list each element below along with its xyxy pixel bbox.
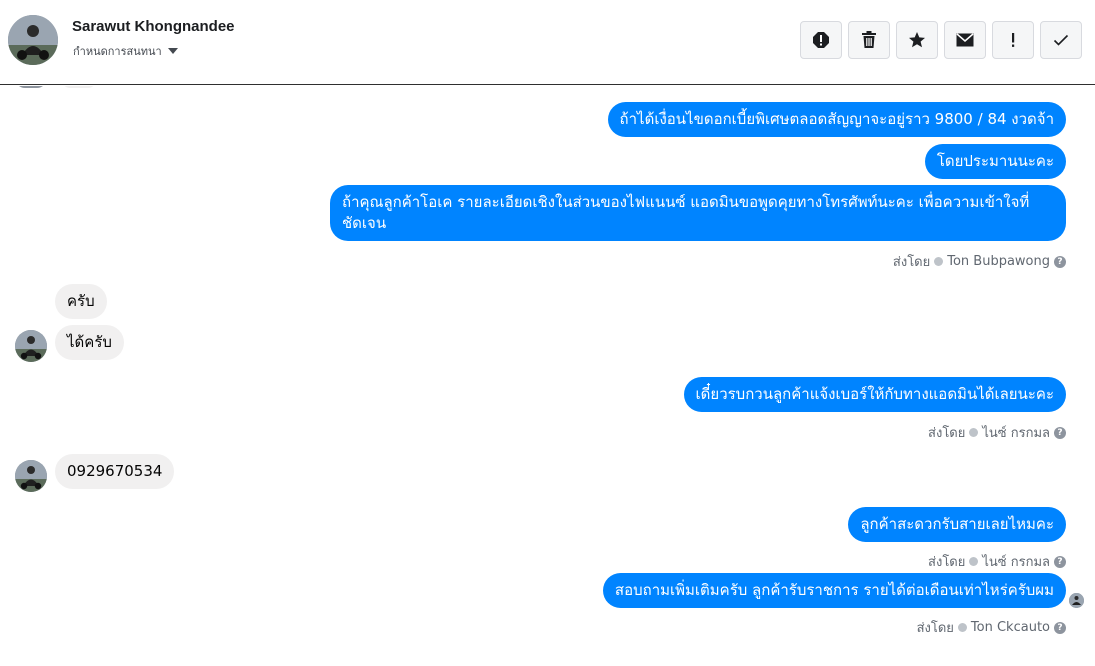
previous-avatar-fragment: [15, 86, 47, 88]
delete-button[interactable]: [848, 21, 890, 59]
sender-name[interactable]: Ton Bubpawong: [947, 254, 1050, 269]
sent-by-label: ส่งโดย Ton Bubpawong ?: [893, 251, 1066, 272]
sent-by-prefix: ส่งโดย: [928, 555, 966, 570]
report-icon: [813, 32, 829, 48]
star-button[interactable]: [896, 21, 938, 59]
seen-indicator-avatar: [1069, 593, 1084, 608]
outgoing-message[interactable]: สอบถามเพิ่มเติมครับ ลูกค้ารับราชการ รายไ…: [602, 573, 1066, 608]
avatar-photo: [8, 15, 58, 65]
exclamation-icon: [1012, 33, 1015, 47]
check-icon: [1053, 34, 1069, 46]
sent-check-icon: [957, 623, 967, 632]
header-actions: [800, 21, 1082, 59]
sent-check-icon: [934, 257, 944, 266]
avatar-photo: [15, 460, 47, 492]
previous-message-fragment: [62, 86, 96, 88]
outgoing-message[interactable]: ลูกค้าสะดวกรับสายเลยไหมคะ: [848, 507, 1066, 542]
report-button[interactable]: [800, 21, 842, 59]
incoming-message[interactable]: ครับ: [55, 284, 107, 319]
conversation-schedule-dropdown[interactable]: กำหนดการสนทนา: [73, 42, 178, 60]
sent-by-label: ส่งโดย ไนซ์ กรกมล ?: [928, 422, 1066, 443]
outgoing-message[interactable]: เดี๋ยวรบกวนลูกค้าแจ้งเบอร์ให้กับทางแอดมิ…: [683, 377, 1066, 412]
help-icon[interactable]: ?: [1054, 426, 1066, 439]
sender-name[interactable]: ไนซ์ กรกมล: [982, 551, 1050, 572]
mark-spam-button[interactable]: [992, 21, 1034, 59]
sent-by-prefix: ส่งโดย: [928, 426, 966, 441]
incoming-message[interactable]: ได้ครับ: [55, 325, 124, 360]
outgoing-message[interactable]: โดยประมานนะคะ: [924, 144, 1066, 179]
conversation-header: Sarawut Khongnandee กำหนดการสนทนา: [0, 0, 1095, 85]
mark-done-button[interactable]: [1040, 21, 1082, 59]
avatar-photo: [15, 330, 47, 362]
sent-check-icon: [969, 557, 979, 566]
help-icon[interactable]: ?: [1054, 621, 1066, 634]
sent-by-prefix: ส่งโดย: [916, 621, 954, 636]
sent-by-prefix: ส่งโดย: [892, 255, 931, 270]
sent-check-icon: [969, 428, 979, 437]
conversation-schedule-label: กำหนดการสนทนา: [73, 45, 162, 58]
trash-icon: [862, 31, 876, 48]
mark-unread-button[interactable]: [944, 21, 986, 59]
sent-by-label: ส่งโดย ไนซ์ กรกมล ?: [928, 551, 1066, 572]
help-icon[interactable]: ?: [1054, 555, 1066, 568]
message-thread[interactable]: ถ้าได้เงื่อนไขดอกเบี้ยพิเศษตลอดสัญญาจะอย…: [0, 86, 1095, 666]
outgoing-message[interactable]: ถ้าได้เงื่อนไขดอกเบี้ยพิเศษตลอดสัญญาจะอย…: [607, 102, 1066, 137]
caret-down-icon: [167, 48, 178, 54]
outgoing-message[interactable]: ถ้าคุณลูกค้าโอเค รายละเอียดเชิงในส่วนของ…: [330, 185, 1066, 241]
star-icon: [909, 32, 925, 48]
envelope-icon: [956, 33, 974, 47]
sender-name[interactable]: ไนซ์ กรกมล: [982, 422, 1050, 443]
avatar-photo: [1069, 593, 1084, 608]
help-icon[interactable]: ?: [1054, 255, 1066, 268]
contact-avatar-small[interactable]: [15, 460, 47, 492]
incoming-message[interactable]: 0929670534: [55, 454, 175, 489]
contact-avatar[interactable]: [8, 15, 58, 65]
contact-avatar-small[interactable]: [15, 330, 47, 362]
sender-name[interactable]: Ton Ckcauto: [971, 620, 1050, 635]
contact-name[interactable]: Sarawut Khongnandee: [72, 18, 235, 35]
sent-by-label: ส่งโดย Ton Ckcauto ?: [917, 617, 1066, 638]
